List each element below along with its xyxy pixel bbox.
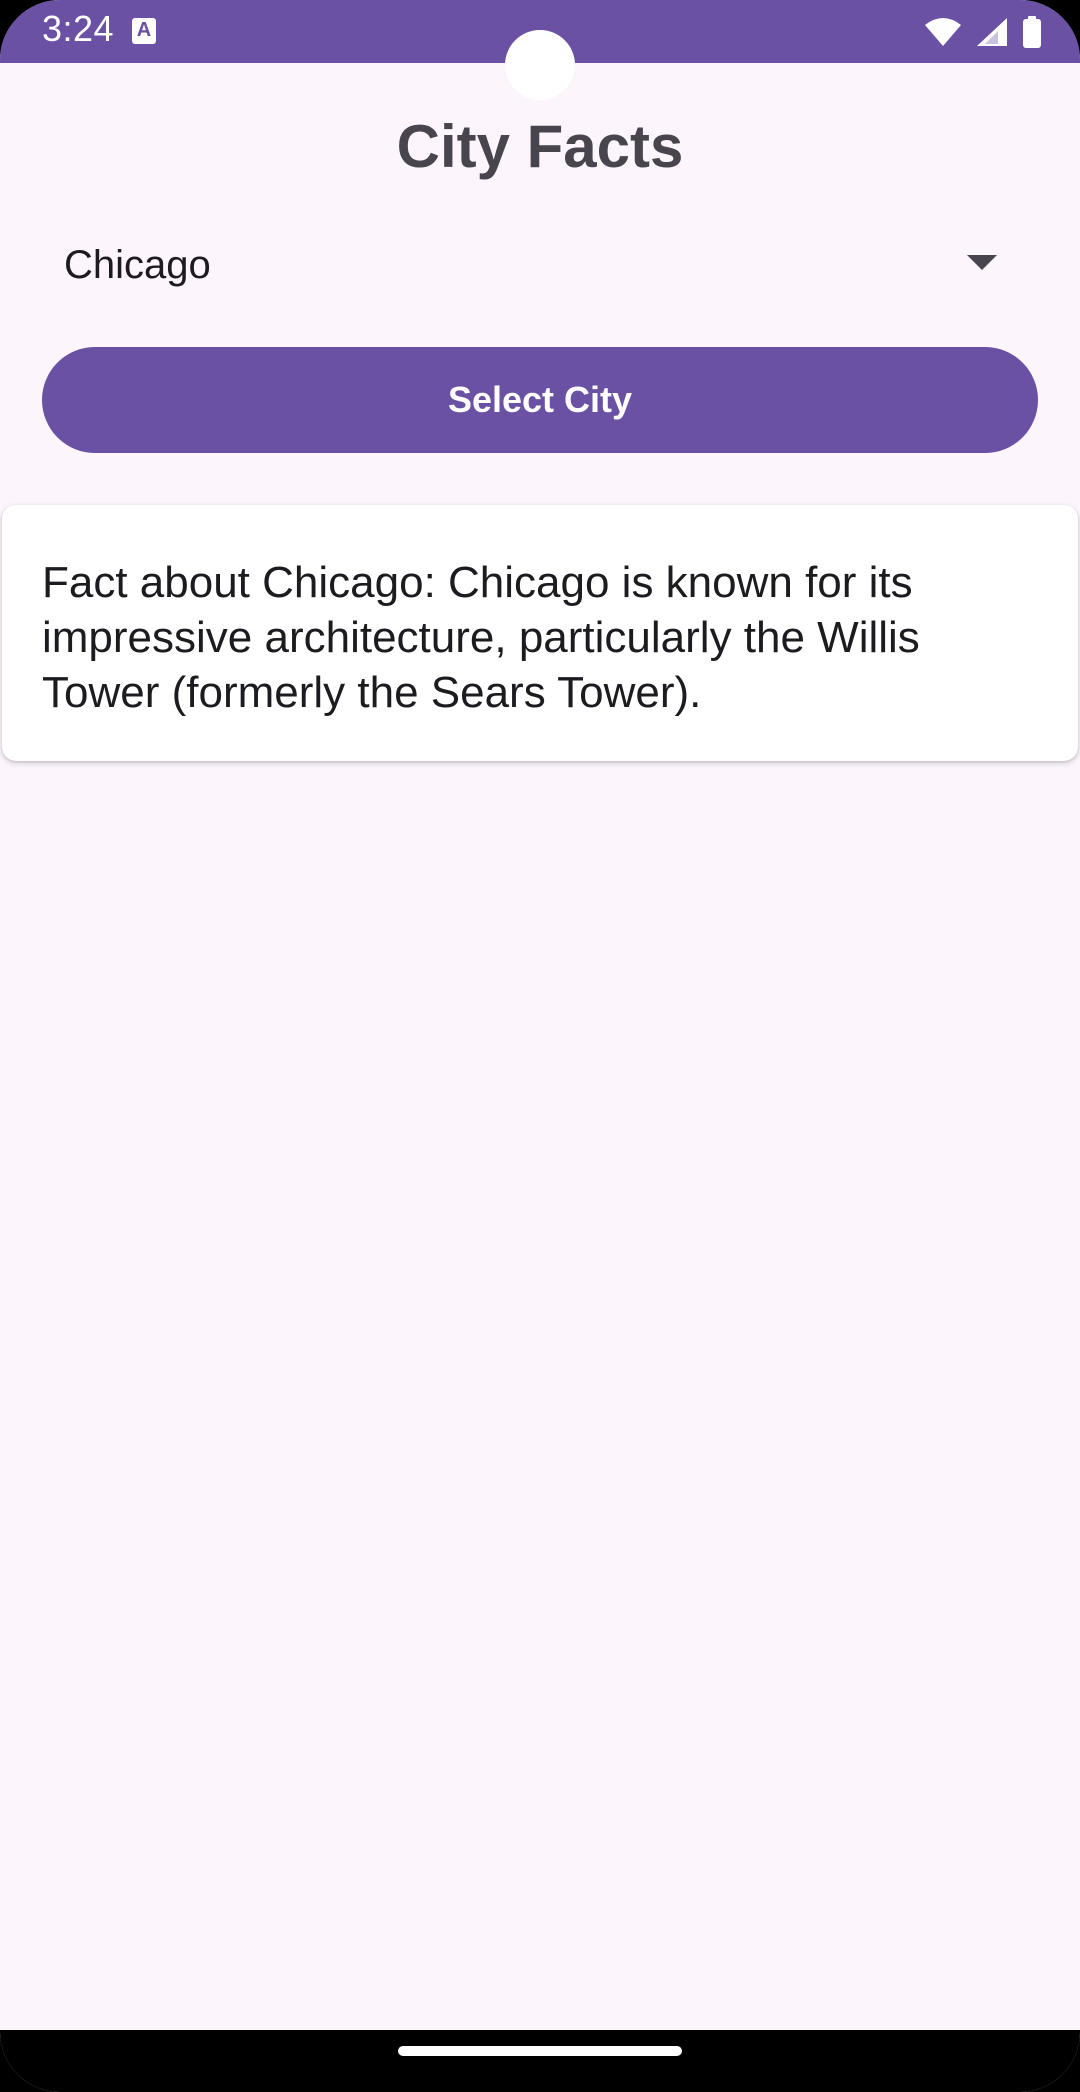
navigation-bar (0, 2030, 1080, 2092)
wifi-icon (924, 17, 962, 47)
battery-icon (1022, 16, 1042, 48)
status-time: 3:24 (42, 8, 115, 49)
city-dropdown[interactable]: Chicago (42, 225, 1002, 307)
fact-text: Fact about Chicago: Chicago is known for… (42, 558, 920, 717)
home-indicator[interactable] (398, 2046, 682, 2056)
dropdown-arrow-icon[interactable] (967, 255, 997, 270)
app-screen: 3:24 A City Facts Chicago Select City Fa… (0, 0, 1080, 2092)
notification-a-icon: A (132, 18, 156, 44)
select-city-button[interactable]: Select City (42, 347, 1038, 453)
camera-cutout (505, 30, 575, 100)
fact-card: Fact about Chicago: Chicago is known for… (2, 505, 1078, 761)
signal-icon (976, 17, 1008, 47)
status-icons (924, 12, 1042, 52)
dropdown-selected-value: Chicago (64, 243, 211, 287)
page-title: City Facts (396, 113, 684, 180)
